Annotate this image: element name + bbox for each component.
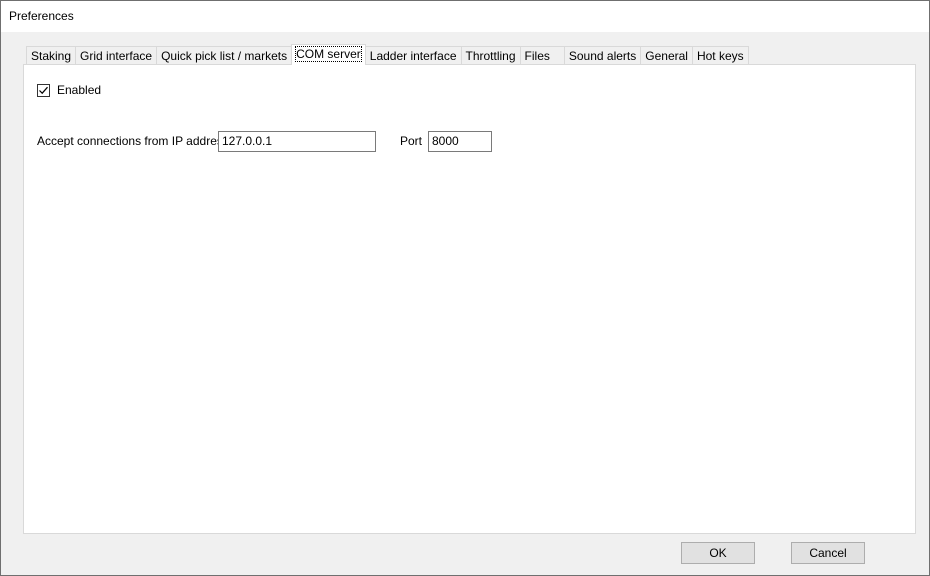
tab-label: Ladder interface xyxy=(369,49,457,63)
tab-grid-interface[interactable]: Grid interface xyxy=(75,46,158,65)
tab-label: COM server xyxy=(295,46,362,62)
title-bar[interactable]: Preferences xyxy=(1,1,929,32)
port-input[interactable]: 8000 xyxy=(428,131,492,152)
ip-address-label: Accept connections from IP address xyxy=(37,134,229,148)
preferences-window: Preferences Staking Grid interface Quick… xyxy=(0,0,930,576)
tab-label: Hot keys xyxy=(696,49,744,63)
enabled-checkbox[interactable] xyxy=(37,83,50,97)
tab-label: Quick pick list / markets xyxy=(161,49,288,63)
tab-ladder-interface[interactable]: Ladder interface xyxy=(364,46,462,65)
tab-com-server[interactable]: COM server xyxy=(291,44,366,65)
com-server-panel: Enabled Accept connections from IP addre… xyxy=(23,64,916,534)
tab-label: Sound alerts xyxy=(568,49,637,63)
tab-label: General xyxy=(645,49,688,63)
tab-general[interactable]: General xyxy=(640,46,693,65)
tab-strip: Staking Grid interface Quick pick list /… xyxy=(26,44,749,65)
tab-label: Grid interface xyxy=(80,49,153,63)
tab-hot-keys[interactable]: Hot keys xyxy=(691,46,749,65)
port-label: Port xyxy=(400,134,423,148)
ok-button[interactable]: OK xyxy=(681,542,755,564)
tab-quick-pick-list-markets[interactable]: Quick pick list / markets xyxy=(156,46,293,65)
tab-sound-alerts[interactable]: Sound alerts xyxy=(563,46,642,65)
tab-staking[interactable]: Staking xyxy=(26,46,77,65)
checkmark-icon xyxy=(39,86,48,94)
tab-files[interactable]: Files xyxy=(519,46,565,65)
enabled-label: Enabled xyxy=(57,83,102,97)
ip-address-input[interactable]: 127.0.0.1 xyxy=(218,131,376,152)
cancel-button[interactable]: Cancel xyxy=(791,542,865,564)
tab-throttling[interactable]: Throttling xyxy=(460,46,521,65)
tab-label: Staking xyxy=(31,49,72,63)
enabled-checkbox-row[interactable]: Enabled xyxy=(37,83,101,97)
window-title: Preferences xyxy=(9,9,74,23)
tab-label: Files xyxy=(524,49,550,63)
tab-label: Throttling xyxy=(465,49,516,63)
